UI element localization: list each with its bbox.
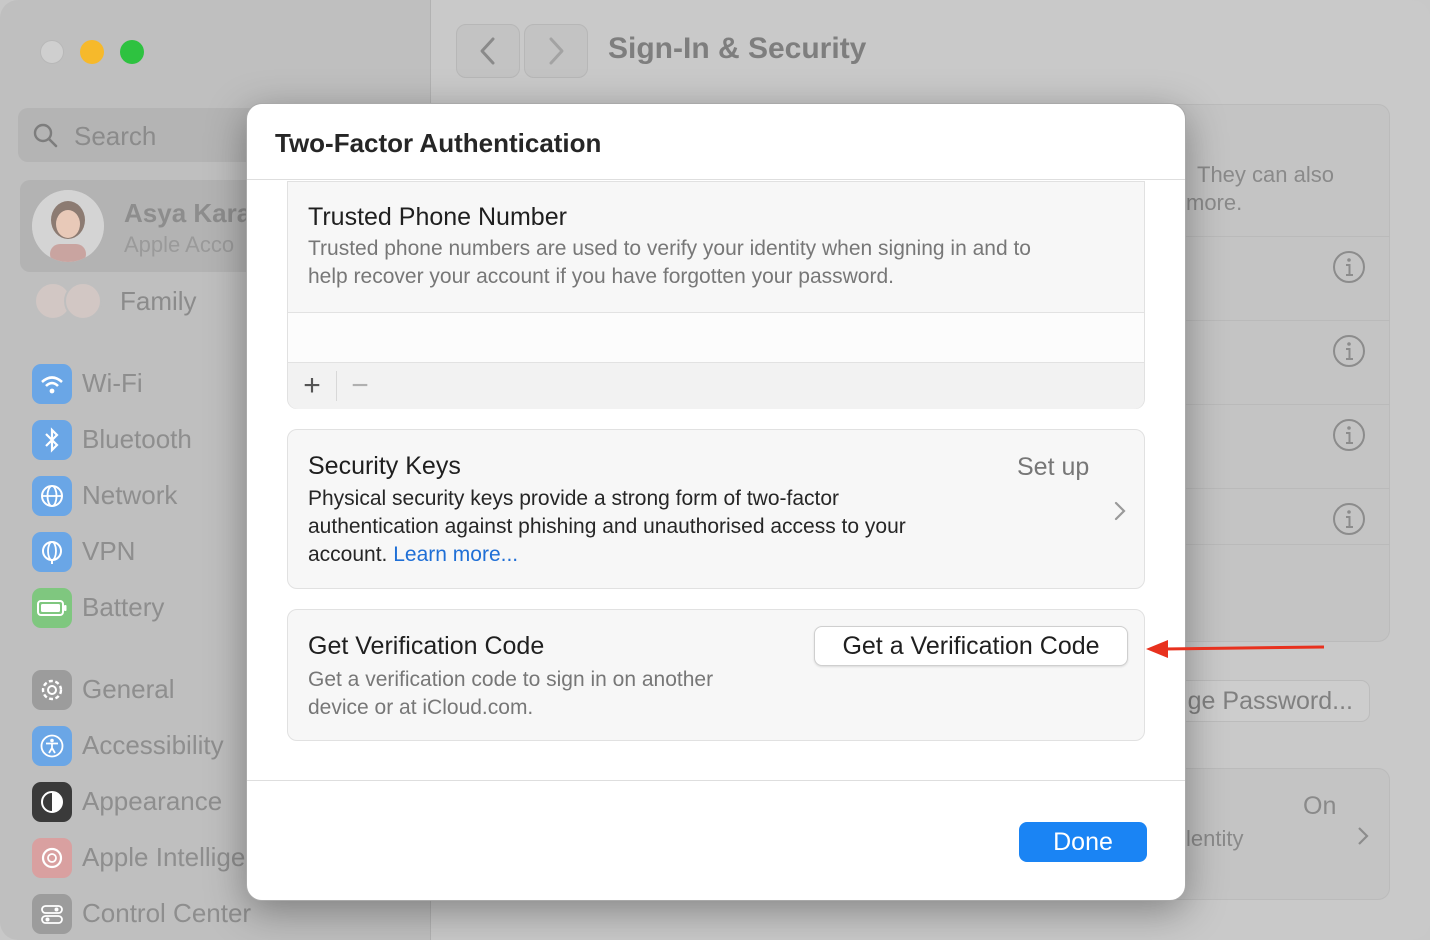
add-phone-button[interactable]: + — [300, 369, 324, 403]
setting-label: lentity — [1186, 826, 1244, 851]
divider — [1186, 320, 1390, 321]
sidebar-item-family[interactable]: Family — [120, 286, 197, 317]
sidebar-item-label: Accessibility — [82, 730, 224, 760]
bluetooth-icon — [32, 420, 72, 460]
account-subtitle: Apple Acco — [124, 232, 235, 257]
divider — [1186, 236, 1390, 237]
sidebar-item-label: Battery — [82, 592, 165, 622]
info-icon[interactable] — [1332, 418, 1366, 452]
family-avatars — [34, 282, 104, 322]
card-description: account. Learn more... — [308, 541, 518, 569]
gear-icon — [32, 670, 72, 710]
battery-icon — [32, 588, 72, 628]
divider — [336, 371, 337, 401]
sidebar-item-label: Appearance — [82, 786, 223, 816]
card-title: Security Keys — [308, 452, 461, 480]
learn-more-link[interactable]: Learn more... — [393, 543, 518, 566]
back-button[interactable] — [456, 24, 520, 78]
divider — [1186, 404, 1390, 405]
forward-button[interactable] — [524, 24, 588, 78]
card-description: Get a verification code to sign in on an… — [308, 668, 714, 691]
phone-list-toolbar: + − — [288, 363, 1144, 409]
card-description: device or at iCloud.com. — [308, 696, 534, 719]
card-description: authentication against phishing and unau… — [308, 515, 906, 538]
annotation-arrow-icon — [1146, 640, 1325, 658]
card-description: help recover your account if you have fo… — [308, 265, 894, 288]
verification-code-card: Get Verification Code Get a verification… — [287, 609, 1145, 741]
avatar — [32, 190, 104, 262]
chevron-left-icon — [480, 37, 495, 65]
card-title: Get Verification Code — [308, 632, 545, 660]
sidebar-item-label: General — [82, 674, 175, 704]
info-icon[interactable] — [1332, 250, 1366, 284]
sidebar-item-label: Wi-Fi — [82, 368, 143, 398]
chevron-right-icon — [549, 37, 564, 65]
wifi-icon — [32, 364, 72, 404]
divider — [1186, 544, 1390, 545]
remove-phone-button[interactable]: − — [348, 369, 372, 403]
divider — [247, 179, 1185, 180]
security-keys-card[interactable]: Security Keys Set up Physical security k… — [287, 429, 1145, 589]
info-icon[interactable] — [1332, 502, 1366, 536]
accessibility-icon — [32, 726, 72, 766]
search-icon — [33, 123, 58, 148]
background-panel-text: more. — [1186, 190, 1243, 215]
done-button[interactable]: Done — [1019, 822, 1147, 862]
sidebar-item-label: Control Center — [82, 898, 252, 928]
card-title: Trusted Phone Number — [308, 203, 567, 231]
phone-number-list[interactable] — [288, 313, 1144, 363]
divider — [247, 780, 1185, 781]
divider — [1186, 488, 1390, 489]
sidebar-item-label: Network — [82, 480, 178, 510]
zoom-window-button[interactable] — [120, 40, 144, 64]
close-window-button[interactable] — [40, 40, 64, 64]
info-icon[interactable] — [1332, 334, 1366, 368]
globe-icon — [32, 476, 72, 516]
two-factor-dialog: Two-Factor Authentication Trusted Phone … — [246, 103, 1186, 901]
chevron-right-icon — [1114, 501, 1126, 521]
card-description: Physical security keys provide a strong … — [308, 487, 840, 510]
card-description: Trusted phone numbers are used to verify… — [308, 237, 1031, 260]
chevron-right-icon — [1358, 827, 1369, 845]
family-member-avatar — [64, 282, 102, 320]
settings-window: Search Asya Kara Apple Acco Family Wi-Fi… — [0, 0, 1430, 940]
sidebar-item-label: VPN — [82, 536, 136, 566]
account-name: Asya Kara — [124, 198, 252, 228]
change-password-label: ge Password... — [1187, 687, 1353, 715]
setting-value: On — [1303, 792, 1337, 820]
sidebar-item-label: Apple Intellige — [82, 842, 246, 872]
background-panel-text: They can also — [1197, 162, 1334, 187]
page-title: Sign-In & Security — [608, 32, 867, 65]
dialog-title: Two-Factor Authentication — [275, 128, 602, 158]
search-placeholder: Search — [74, 121, 157, 151]
vpn-globe-icon — [32, 532, 72, 572]
set-up-label: Set up — [1017, 453, 1090, 481]
minimize-window-button[interactable] — [80, 40, 104, 64]
get-verification-code-button[interactable]: Get a Verification Code — [814, 626, 1128, 666]
sidebar-item-label: Bluetooth — [82, 424, 192, 454]
appearance-icon — [32, 782, 72, 822]
control-center-icon — [32, 894, 72, 934]
card-description-text: account. — [308, 543, 388, 566]
trusted-phone-card: Trusted Phone Number Trusted phone numbe… — [287, 181, 1145, 409]
apple-intelligence-icon — [32, 838, 72, 878]
